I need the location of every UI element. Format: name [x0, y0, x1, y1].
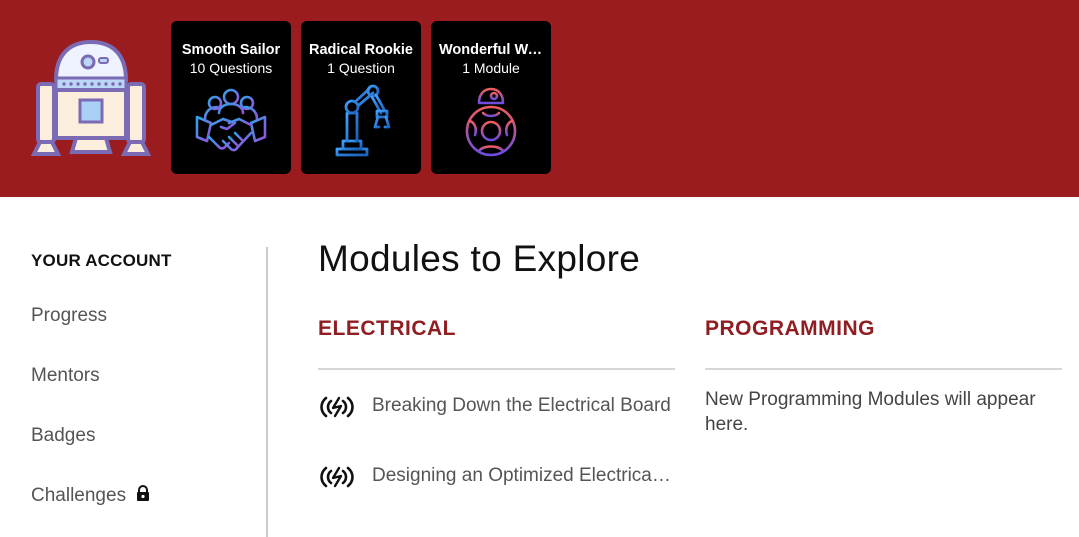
- section-title-electrical: ELECTRICAL: [318, 317, 456, 340]
- badge-title: Radical Rookie: [309, 42, 413, 58]
- badge-title: Wonderful Wanderer: [439, 42, 551, 58]
- account-sidebar: YOUR ACCOUNT Progress Mentors Badges Cha…: [31, 246, 261, 506]
- profile-header: Smooth Sailor 10 Questions Radical Rooki…: [0, 0, 1079, 197]
- badge-radical-rookie[interactable]: Radical Rookie 1 Question: [301, 21, 421, 174]
- section-title-programming: PROGRAMMING: [705, 317, 875, 340]
- module-title: Designing an Optimized Electrical System: [372, 465, 672, 486]
- badge-subtitle: 10 Questions: [189, 60, 273, 76]
- badge-subtitle: 1 Question: [327, 60, 395, 76]
- badge-smooth-sailor[interactable]: Smooth Sailor 10 Questions: [171, 21, 291, 174]
- module-title: Breaking Down the Electrical Board: [372, 395, 671, 416]
- power-wave-icon: [320, 466, 354, 488]
- page-title: Modules to Explore: [318, 238, 641, 279]
- section-divider: [318, 368, 675, 370]
- section-divider: [705, 368, 1062, 370]
- sidebar-item-label: Challenges: [31, 485, 127, 506]
- bb8-droid-icon: [465, 83, 517, 157]
- badge-subtitle: 1 Module: [462, 60, 520, 76]
- sidebar-item-mentors[interactable]: Mentors: [31, 365, 100, 387]
- module-link[interactable]: Breaking Down the Electrical Board: [318, 393, 678, 423]
- sidebar-item-progress[interactable]: Progress: [31, 305, 107, 327]
- handshake-icon: [195, 88, 267, 152]
- lock-icon: [137, 485, 150, 501]
- badge-title: Smooth Sailor: [181, 42, 281, 58]
- sidebar-item-challenges[interactable]: Challenges: [31, 485, 150, 507]
- sidebar-divider: [266, 247, 268, 537]
- sidebar-heading: YOUR ACCOUNT: [31, 251, 172, 270]
- robot-arm-icon: [335, 84, 391, 157]
- badge-wonderful[interactable]: Wonderful Wanderer 1 Module: [431, 21, 551, 174]
- module-link[interactable]: Designing an Optimized Electrical System: [318, 463, 678, 493]
- sidebar-item-badges[interactable]: Badges: [31, 425, 95, 447]
- empty-modules-message: New Programming Modules will appear here…: [705, 389, 1036, 435]
- power-wave-icon: [320, 396, 354, 418]
- robot-avatar-icon: [30, 39, 152, 156]
